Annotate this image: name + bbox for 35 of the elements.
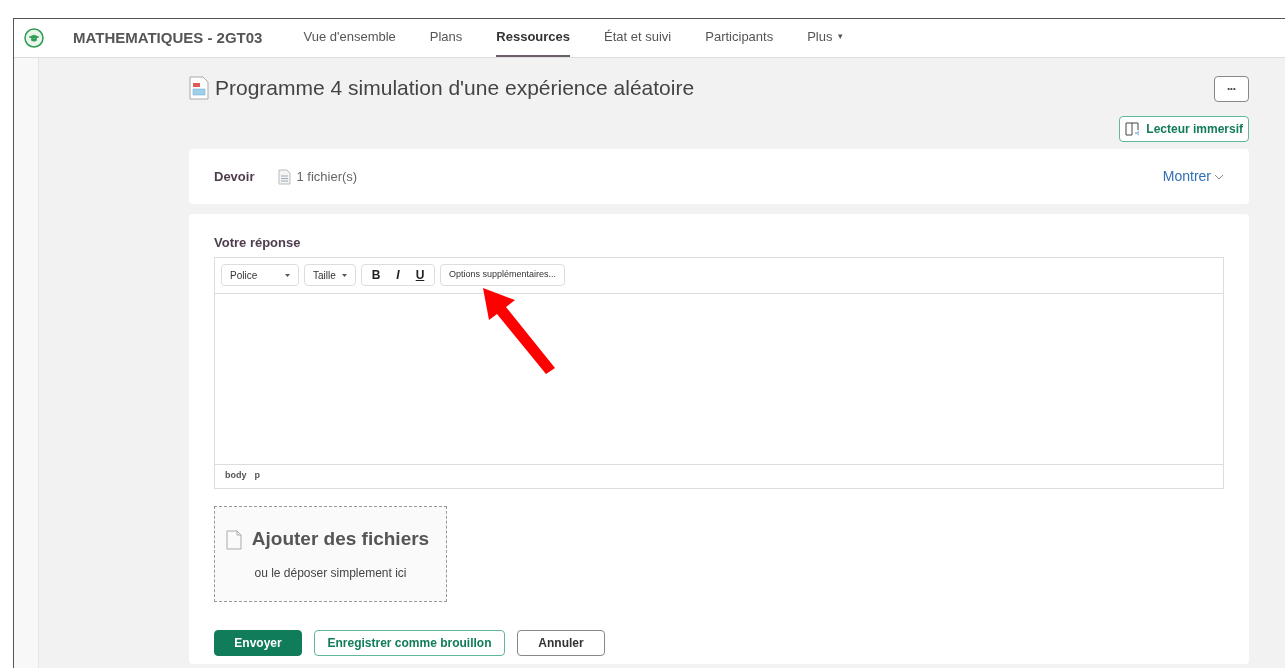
element-path[interactable]: body [225,469,247,483]
graduation-cap-icon [24,28,44,48]
cancel-button[interactable]: Annuler [517,629,605,656]
document-icon [189,75,209,100]
response-label: Votre réponse [214,234,302,252]
underline-button[interactable]: U [410,266,430,284]
immersive-reader-button[interactable]: Lecteur immersif [1119,116,1249,142]
file-icon [278,168,292,185]
submit-button[interactable]: Envoyer [214,629,302,656]
course-title: MATHEMATIQUES - 2GT03 [73,27,263,48]
file-count: 1 fichier(s) [296,167,358,186]
nav-tab[interactable]: Participants [705,19,774,57]
caret-icon [342,273,347,277]
element-path[interactable]: p [254,469,260,483]
upload-hint: ou le déposer simplement ici [254,564,407,582]
page-title: Programme 4 simulation d'une expérience aléatoire [215,75,695,101]
save-draft-button[interactable]: Enregistrer comme brouillon [314,629,505,656]
chevron-down-icon [1214,173,1224,180]
more-button[interactable]: ••• [1214,76,1249,102]
nav-tab[interactable]: Plans [429,19,463,57]
size-dropdown[interactable]: Taille [304,264,356,286]
more-options-button[interactable]: Options supplémentaires... [440,264,566,286]
nav-tab[interactable]: État et suivi [604,19,672,57]
nav-tab[interactable]: Vue d'ensemble [303,19,396,57]
font-dropdown[interactable]: Police [221,264,299,286]
caret-icon [285,273,290,277]
bold-button[interactable]: B [366,266,386,284]
arrow-icon [481,285,557,376]
file-icon [225,529,242,550]
italic-button[interactable]: I [388,266,408,284]
nav-tab[interactable]: Plus ▾ [807,19,844,57]
upload-title: Ajouter des fichiers [251,527,430,552]
file-drop-zone[interactable]: Ajouter des fichiers ou le déposer simplement ici [214,505,447,602]
show-toggle[interactable]: Montrer [1162,166,1224,187]
assignment-label: Devoir [214,167,255,186]
